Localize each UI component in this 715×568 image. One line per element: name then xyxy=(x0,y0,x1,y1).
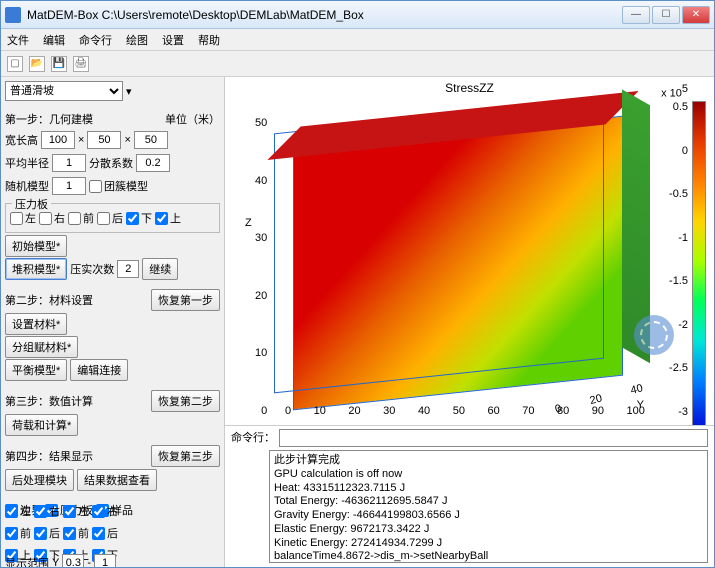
range-label: 显示范围 xyxy=(5,555,49,567)
main-area: StressZZ x 105 Z Y 0.50 -0.5-1 -1.5-2 -2… xyxy=(225,77,714,567)
print-icon[interactable]: 🖨 xyxy=(73,56,89,72)
restore-step3-button[interactable]: 恢复第三步 xyxy=(151,445,220,467)
b-front[interactable]: 前 xyxy=(5,525,31,541)
plate-group: 压力板 左 右 前 后 下 上 xyxy=(5,203,220,233)
menu-file[interactable]: 文件 xyxy=(7,32,29,48)
p-front[interactable]: 前 xyxy=(63,525,89,541)
p-left[interactable]: 左 xyxy=(63,503,89,519)
packcount-label: 压实次数 xyxy=(70,261,114,277)
plot-title: StressZZ xyxy=(445,81,494,95)
menu-help[interactable]: 帮助 xyxy=(198,32,220,48)
save-icon[interactable]: 💾 xyxy=(51,56,67,72)
restore-step1-button[interactable]: 恢复第一步 xyxy=(151,289,220,311)
plate-up[interactable]: 上 xyxy=(155,210,181,226)
b-left[interactable]: 左 xyxy=(5,503,31,519)
radius-label: 平均半径 xyxy=(5,155,49,171)
disp-label: 分散系数 xyxy=(89,155,133,171)
z-ticks: 010 2030 4050 xyxy=(255,117,267,417)
new-icon[interactable]: ▢ xyxy=(7,56,23,72)
set-material-button[interactable]: 设置材料* xyxy=(5,313,67,335)
simulation-box xyxy=(293,116,623,411)
app-icon xyxy=(5,7,21,23)
view-data-button[interactable]: 结果数据查看 xyxy=(77,469,157,491)
radius-field[interactable] xyxy=(52,154,86,172)
sidebar: 普通滑坡 ▾ 第一步：几何建模 单位（米） 宽长高 × × 平均半径 分散系数 xyxy=(1,77,225,567)
length-field[interactable] xyxy=(87,131,121,149)
plate-back[interactable]: 后 xyxy=(97,210,123,226)
menu-edit[interactable]: 编辑 xyxy=(43,32,65,48)
b-back[interactable]: 后 xyxy=(34,525,60,541)
b-right[interactable]: 右 xyxy=(34,503,60,519)
continue-button[interactable]: 继续 xyxy=(142,258,178,280)
edit-conn-button[interactable]: 编辑连接 xyxy=(70,359,128,381)
titlebar: MatDEM-Box C:\Users\remote\Desktop\DEMLa… xyxy=(1,1,714,29)
rand-field[interactable] xyxy=(52,177,86,195)
packcount-field[interactable] xyxy=(117,260,139,278)
plate-left[interactable]: 左 xyxy=(10,210,36,226)
load-calc-button[interactable]: 荷载和计算* xyxy=(5,414,78,436)
step1-header: 第一步：几何建模 xyxy=(5,111,93,127)
p-back[interactable]: 后 xyxy=(92,525,118,541)
restore-step2-button[interactable]: 恢复第二步 xyxy=(151,390,220,412)
pack-model-button[interactable]: 堆积模型* xyxy=(5,258,67,280)
cmd-label: 命令行： xyxy=(231,429,275,445)
disp-field[interactable] xyxy=(136,154,170,172)
unit-label: 单位（米） xyxy=(165,111,220,127)
width-field[interactable] xyxy=(41,131,75,149)
group-material-button[interactable]: 分组赋材料* xyxy=(5,336,78,358)
open-icon[interactable]: 📂 xyxy=(29,56,45,72)
menu-cmd[interactable]: 命令行 xyxy=(79,32,112,48)
colorbar-ticks: 0.50 -0.5-1 -1.5-2 -2.5-3 -3.5 xyxy=(669,101,688,425)
colorbar-exponent: x 105 xyxy=(661,83,688,100)
step4-header: 第四步：结果显示 xyxy=(5,448,93,464)
toolbar: ▢ 📂 💾 🖨 xyxy=(1,51,714,77)
minimize-button[interactable]: — xyxy=(622,6,650,24)
model-type-combo[interactable]: 普通滑坡 xyxy=(5,81,123,101)
dropdown-icon[interactable]: ▾ xyxy=(126,85,132,98)
step3-header: 第三步：数值计算 xyxy=(5,393,93,409)
menubar: 文件 编辑 命令行 绘图 设置 帮助 xyxy=(1,29,714,51)
rand-label: 随机模型 xyxy=(5,178,49,194)
dims-label: 宽长高 xyxy=(5,132,38,148)
cluster-check[interactable]: 团簇模型 xyxy=(89,178,148,194)
menu-settings[interactable]: 设置 xyxy=(162,32,184,48)
output-log[interactable]: 此步计算完成 GPU calculation is off now Heat: … xyxy=(269,450,708,563)
plate-front[interactable]: 前 xyxy=(68,210,94,226)
height-field[interactable] xyxy=(134,131,168,149)
cmd-input[interactable] xyxy=(279,429,708,447)
menu-plot[interactable]: 绘图 xyxy=(126,32,148,48)
postprocess-button[interactable]: 后处理模块 xyxy=(5,469,74,491)
window-title: MatDEM-Box C:\Users\remote\Desktop\DEMLa… xyxy=(27,8,622,22)
maximize-button[interactable]: ☐ xyxy=(652,6,680,24)
y0-field[interactable] xyxy=(62,554,84,567)
z-axis-label: Z xyxy=(245,217,252,229)
init-model-button[interactable]: 初始模型* xyxy=(5,235,67,257)
step2-header: 第二步：材料设置 xyxy=(5,292,93,308)
p-right[interactable]: 右 xyxy=(92,503,118,519)
plate-right[interactable]: 右 xyxy=(39,210,65,226)
plot-area[interactable]: StressZZ x 105 Z Y 0.50 -0.5-1 -1.5-2 -2… xyxy=(225,77,714,425)
plate-down[interactable]: 下 xyxy=(126,210,152,226)
colorbar xyxy=(692,101,706,425)
balance-button[interactable]: 平衡模型* xyxy=(5,359,67,381)
plot-canvas[interactable] xyxy=(273,113,653,425)
y1-field[interactable] xyxy=(94,554,116,567)
close-button[interactable]: ✕ xyxy=(682,6,710,24)
